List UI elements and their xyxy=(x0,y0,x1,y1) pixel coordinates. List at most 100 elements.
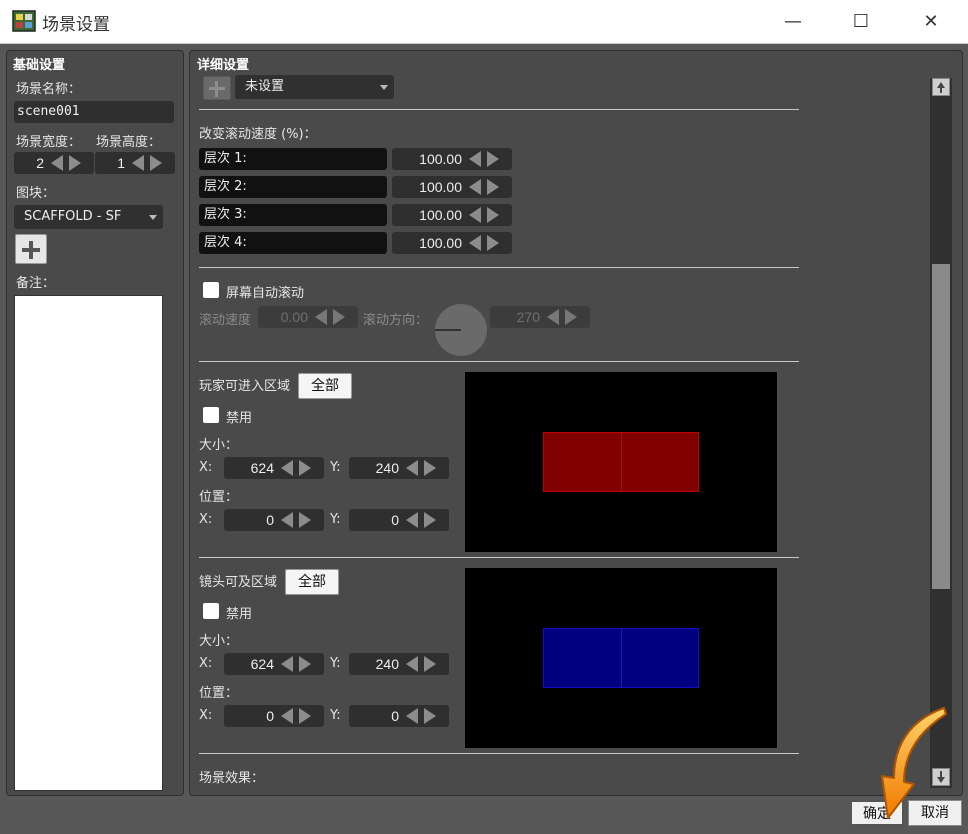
scene-height-label: 场景高度： xyxy=(96,135,162,150)
player-area-position-label: 位置： xyxy=(199,490,239,505)
tileset-label: 图块： xyxy=(16,186,56,201)
title-bar: 场景设置 — ☐ ✕ xyxy=(0,0,968,44)
notes-label: 备注： xyxy=(16,276,56,291)
camera-pos-x-stepper[interactable]: 0 xyxy=(224,705,324,727)
vertical-scrollbar[interactable] xyxy=(930,78,952,788)
screen-divider xyxy=(621,629,622,687)
auto-scroll-direction-label: 滚动方向： xyxy=(363,313,429,328)
player-size-y-label: Y: xyxy=(330,460,341,475)
player-pos-y-stepper[interactable]: 0 xyxy=(349,509,449,531)
layer-3-speed-stepper[interactable]: 100.00 xyxy=(392,204,512,226)
chevron-down-icon xyxy=(380,85,388,90)
chevron-down-icon xyxy=(149,215,157,220)
scroll-up-button[interactable] xyxy=(932,78,950,96)
increment-arrow-icon[interactable] xyxy=(424,708,436,724)
increment-arrow-icon[interactable] xyxy=(424,512,436,528)
decrement-arrow-icon[interactable] xyxy=(281,460,293,476)
scene-height-stepper[interactable]: 1 xyxy=(95,152,175,174)
detail-settings-title: 详细设置 xyxy=(197,58,250,73)
app-icon xyxy=(12,10,36,32)
decrement-arrow-icon[interactable] xyxy=(132,155,144,171)
increment-arrow-icon[interactable] xyxy=(333,309,345,325)
screen-divider xyxy=(621,433,622,491)
decrement-arrow-icon[interactable] xyxy=(406,460,418,476)
auto-scroll-speed-stepper[interactable]: 0.00 xyxy=(258,306,358,328)
increment-arrow-icon[interactable] xyxy=(565,309,577,325)
layer-1-label: 层次 1: xyxy=(199,148,387,170)
camera-pos-y-label: Y: xyxy=(330,708,341,723)
decrement-arrow-icon[interactable] xyxy=(469,235,481,251)
increment-arrow-icon[interactable] xyxy=(487,235,499,251)
maximize-button[interactable]: ☐ xyxy=(838,7,884,37)
add-event-button[interactable] xyxy=(203,76,231,100)
player-area-size-label: 大小： xyxy=(199,438,239,453)
auto-scroll-checkbox[interactable] xyxy=(203,282,219,298)
decrement-arrow-icon[interactable] xyxy=(281,708,293,724)
increment-arrow-icon[interactable] xyxy=(69,155,81,171)
increment-arrow-icon[interactable] xyxy=(150,155,162,171)
increment-arrow-icon[interactable] xyxy=(299,708,311,724)
add-tileset-button[interactable] xyxy=(15,234,47,264)
window-title: 场景设置 xyxy=(42,15,110,35)
camera-area-preview[interactable] xyxy=(465,568,777,748)
camera-size-y-label: Y: xyxy=(330,656,341,671)
camera-pos-y-stepper[interactable]: 0 xyxy=(349,705,449,727)
camera-area-size-label: 大小： xyxy=(199,634,239,649)
divider xyxy=(199,361,799,362)
player-area-all-button[interactable]: 全部 xyxy=(298,373,352,399)
layer-4-speed-stepper[interactable]: 100.00 xyxy=(392,232,512,254)
decrement-arrow-icon[interactable] xyxy=(406,708,418,724)
decrement-arrow-icon[interactable] xyxy=(406,656,418,672)
camera-size-y-stepper[interactable]: 240 xyxy=(349,653,449,675)
scene-name-input[interactable]: scene001 xyxy=(14,101,174,123)
basic-settings-title: 基础设置 xyxy=(13,58,66,73)
player-area-preview[interactable] xyxy=(465,372,777,552)
camera-area-position-label: 位置： xyxy=(199,686,239,701)
auto-scroll-direction-stepper[interactable]: 270 xyxy=(490,306,590,328)
scrollbar-thumb[interactable] xyxy=(932,264,950,589)
close-button[interactable]: ✕ xyxy=(908,7,954,37)
decrement-arrow-icon[interactable] xyxy=(315,309,327,325)
decrement-arrow-icon[interactable] xyxy=(281,656,293,672)
divider xyxy=(199,557,799,558)
scene-width-label: 场景宽度： xyxy=(16,135,82,150)
player-area-disable-label: 禁用 xyxy=(226,411,253,426)
notes-textarea[interactable] xyxy=(14,295,163,791)
player-area-disable-checkbox[interactable] xyxy=(203,407,219,423)
camera-area-disable-checkbox[interactable] xyxy=(203,603,219,619)
camera-area-rect[interactable] xyxy=(543,628,699,688)
minimize-button[interactable]: — xyxy=(770,7,816,37)
camera-area-all-button[interactable]: 全部 xyxy=(285,569,339,595)
decrement-arrow-icon[interactable] xyxy=(469,179,481,195)
decrement-arrow-icon[interactable] xyxy=(406,512,418,528)
camera-area-disable-label: 禁用 xyxy=(226,607,253,622)
divider xyxy=(199,109,799,110)
scene-width-stepper[interactable]: 2 xyxy=(14,152,94,174)
player-pos-x-stepper[interactable]: 0 xyxy=(224,509,324,531)
player-size-x-stepper[interactable]: 624 xyxy=(224,457,324,479)
decrement-arrow-icon[interactable] xyxy=(469,151,481,167)
decrement-arrow-icon[interactable] xyxy=(51,155,63,171)
camera-pos-x-label: X: xyxy=(199,708,213,723)
increment-arrow-icon[interactable] xyxy=(487,207,499,223)
player-area-rect[interactable] xyxy=(543,432,699,492)
tileset-dropdown[interactable]: SCAFFOLD - SF xyxy=(14,205,163,229)
layer-3-label: 层次 3: xyxy=(199,204,387,226)
direction-dial[interactable] xyxy=(435,304,487,356)
player-size-y-stepper[interactable]: 240 xyxy=(349,457,449,479)
increment-arrow-icon[interactable] xyxy=(299,656,311,672)
decrement-arrow-icon[interactable] xyxy=(547,309,559,325)
event-dropdown[interactable]: 未设置 xyxy=(235,75,394,99)
layer-2-speed-stepper[interactable]: 100.00 xyxy=(392,176,512,198)
scroll-speed-label: 改变滚动速度 (%)： xyxy=(199,127,317,142)
increment-arrow-icon[interactable] xyxy=(487,179,499,195)
increment-arrow-icon[interactable] xyxy=(424,460,436,476)
camera-size-x-stepper[interactable]: 624 xyxy=(224,653,324,675)
increment-arrow-icon[interactable] xyxy=(299,460,311,476)
increment-arrow-icon[interactable] xyxy=(299,512,311,528)
increment-arrow-icon[interactable] xyxy=(424,656,436,672)
decrement-arrow-icon[interactable] xyxy=(281,512,293,528)
increment-arrow-icon[interactable] xyxy=(487,151,499,167)
decrement-arrow-icon[interactable] xyxy=(469,207,481,223)
layer-1-speed-stepper[interactable]: 100.00 xyxy=(392,148,512,170)
